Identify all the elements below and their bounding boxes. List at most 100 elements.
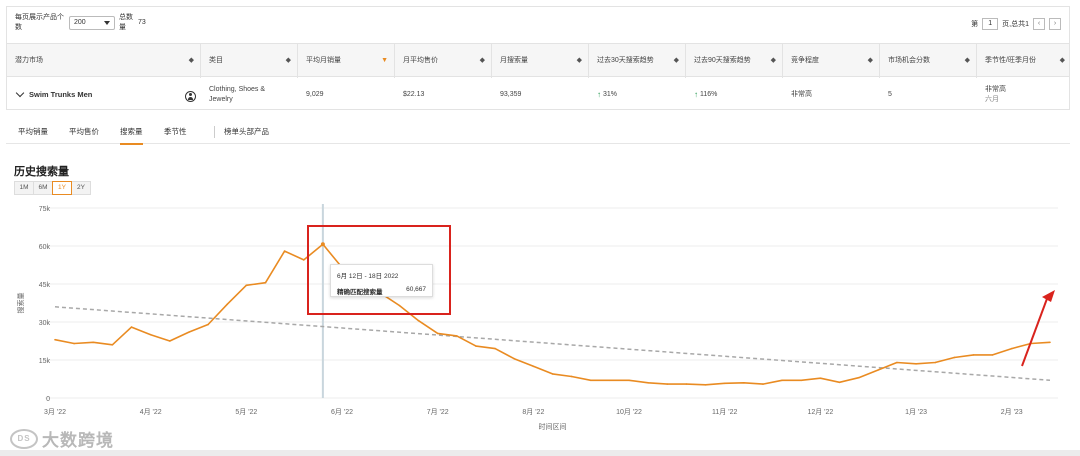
data-point [73, 342, 75, 345]
data-point [283, 250, 286, 252]
x-tick-label: 5月 '22 [235, 408, 257, 416]
cell-competition: 非常高 [791, 91, 812, 98]
x-tick-label: 7月 '22 [427, 408, 449, 416]
data-point [130, 326, 133, 328]
sort-icon[interactable]: ◆ [674, 44, 679, 78]
sort-icon[interactable]: ◆ [965, 44, 970, 78]
arrow-up-icon: ↑ [597, 89, 601, 99]
header-seasonality[interactable]: 季节性/旺季月份 ◆ [977, 44, 1071, 78]
y-tick-label: 60k [39, 244, 51, 251]
header-category[interactable]: 类目 ◆ [201, 44, 298, 78]
tab-search-volume[interactable]: 搜索量 [120, 126, 143, 145]
data-point [953, 356, 956, 359]
header-label: 月平均售价 [403, 57, 438, 64]
data-point [838, 381, 841, 384]
tab-seasonality[interactable]: 季节性 [164, 126, 187, 143]
header-label: 平均月销量 [306, 57, 341, 64]
sort-icon[interactable]: ◆ [189, 44, 194, 78]
table-toolbar: 每页展示产品个数 200 总数量 73 第 1 页,总共1 ‹ › [7, 7, 1069, 43]
table-row[interactable]: Swim Trunks Men Clothing, Shoes & Jewelr… [7, 77, 1069, 111]
sort-icon[interactable]: ◆ [1060, 44, 1065, 78]
x-tick-label: 4月 '22 [140, 408, 162, 416]
per-page-value: 200 [74, 19, 86, 26]
header-trend-30[interactable]: 过去30天搜索趋势 ◆ [589, 44, 686, 78]
product-name[interactable]: Swim Trunks Men [29, 90, 92, 99]
pagination: 第 1 页,总共1 ‹ › [971, 17, 1061, 31]
watermark-text: 大数跨境 [42, 431, 114, 450]
header-label: 类目 [209, 57, 223, 64]
sort-icon[interactable]: ◆ [286, 44, 291, 78]
person-icon[interactable] [185, 91, 196, 102]
search-volume-line [54, 243, 1051, 386]
watermark: DS 大数跨境 [10, 426, 114, 451]
tab-avg-price[interactable]: 平均售价 [69, 126, 99, 143]
y-tick-label: 15k [39, 358, 51, 365]
data-point [628, 379, 630, 382]
pager-suffix: 页,总共1 [1002, 21, 1029, 28]
data-point [475, 345, 477, 347]
data-point [647, 382, 649, 384]
cell-monthly-search: 93,359 [500, 90, 522, 98]
data-point [417, 319, 420, 322]
sort-icon[interactable]: ◆ [480, 44, 485, 78]
tab-avg-sales[interactable]: 平均销量 [18, 126, 48, 143]
cell-avg-sales: 9,029 [306, 90, 324, 98]
cell-opportunity: 5 [888, 90, 892, 98]
sort-icon[interactable]: ◆ [577, 44, 582, 78]
header-label: 过去90天搜索趋势 [694, 57, 751, 64]
page-number-input[interactable]: 1 [982, 18, 999, 30]
range-1m-button[interactable]: 1M [14, 181, 34, 195]
range-1y-button[interactable]: 1Y [52, 181, 72, 195]
data-point [494, 347, 496, 350]
data-point [245, 284, 248, 287]
sort-icon[interactable]: ◆ [868, 44, 873, 78]
tab-top-products[interactable]: 榜单头部产品 [224, 126, 269, 143]
header-avg-price[interactable]: 月平均售价 ◆ [395, 44, 492, 78]
header-opportunity[interactable]: 市场机会分数 ◆ [880, 44, 977, 78]
header-monthly-search[interactable]: 月搜索量 ◆ [492, 44, 589, 78]
pager-prefix: 第 [971, 21, 979, 28]
cell-trend-30: ↑ 31% [589, 77, 686, 111]
data-point [991, 354, 994, 356]
data-point [456, 335, 458, 337]
search-volume-chart[interactable]: 0 15k 30k 45k 60k 75k 3月 '22 4月 '22 5月 '22 6月 '22… [0, 198, 1080, 438]
data-point [934, 361, 936, 364]
data-point [1010, 347, 1013, 350]
data-point [762, 383, 764, 385]
range-6m-button[interactable]: 6M [33, 181, 53, 195]
tooltip-row: 精确匹配搜索量 60,667 [337, 286, 426, 296]
data-point [723, 382, 726, 385]
sort-icon[interactable]: ◆ [771, 44, 776, 78]
range-2y-button[interactable]: 2Y [71, 181, 91, 195]
total-value: 73 [138, 19, 146, 26]
data-point [915, 363, 917, 365]
data-point [226, 303, 229, 306]
data-point [207, 323, 209, 326]
tooltip-value: 60,667 [406, 286, 426, 293]
chevron-down-icon[interactable] [15, 88, 25, 97]
header-market[interactable]: 潜力市场 ◆ [7, 44, 201, 78]
data-point [149, 333, 152, 336]
trend-90-value: 116% [700, 90, 718, 98]
data-point [800, 379, 803, 382]
cell-seasonality: 非常高 六月 [977, 77, 1071, 111]
cell-market[interactable]: Swim Trunks Men [7, 77, 201, 111]
trend-line [54, 306, 1051, 382]
seasonality-value: 非常高 [985, 86, 1006, 93]
sort-desc-icon[interactable]: ▼ [381, 44, 388, 78]
data-point [570, 375, 573, 378]
data-point [1049, 341, 1051, 344]
annotation-arrow-head [1042, 290, 1055, 302]
x-tick-label: 10月 '22 [616, 408, 642, 416]
per-page-select[interactable]: 200 [69, 16, 115, 30]
header-avg-sales[interactable]: 平均月销量 ▼ [298, 44, 395, 78]
chevron-left-icon[interactable]: ‹ [1033, 18, 1045, 30]
arrow-up-icon: ↑ [694, 89, 698, 99]
chevron-right-icon[interactable]: › [1049, 18, 1061, 30]
header-competition[interactable]: 竞争程度 ◆ [783, 44, 880, 78]
annotation-arrow [1021, 295, 1049, 367]
data-point [169, 340, 171, 342]
data-point [92, 341, 95, 344]
table-header: 潜力市场 ◆ 类目 ◆ 平均月销量 ▼ 月平均售价 ◆ 月搜索量 ◆ 过去30天搜索趋势 ◆… [7, 43, 1071, 78]
header-trend-90[interactable]: 过去90天搜索趋势 ◆ [686, 44, 783, 78]
